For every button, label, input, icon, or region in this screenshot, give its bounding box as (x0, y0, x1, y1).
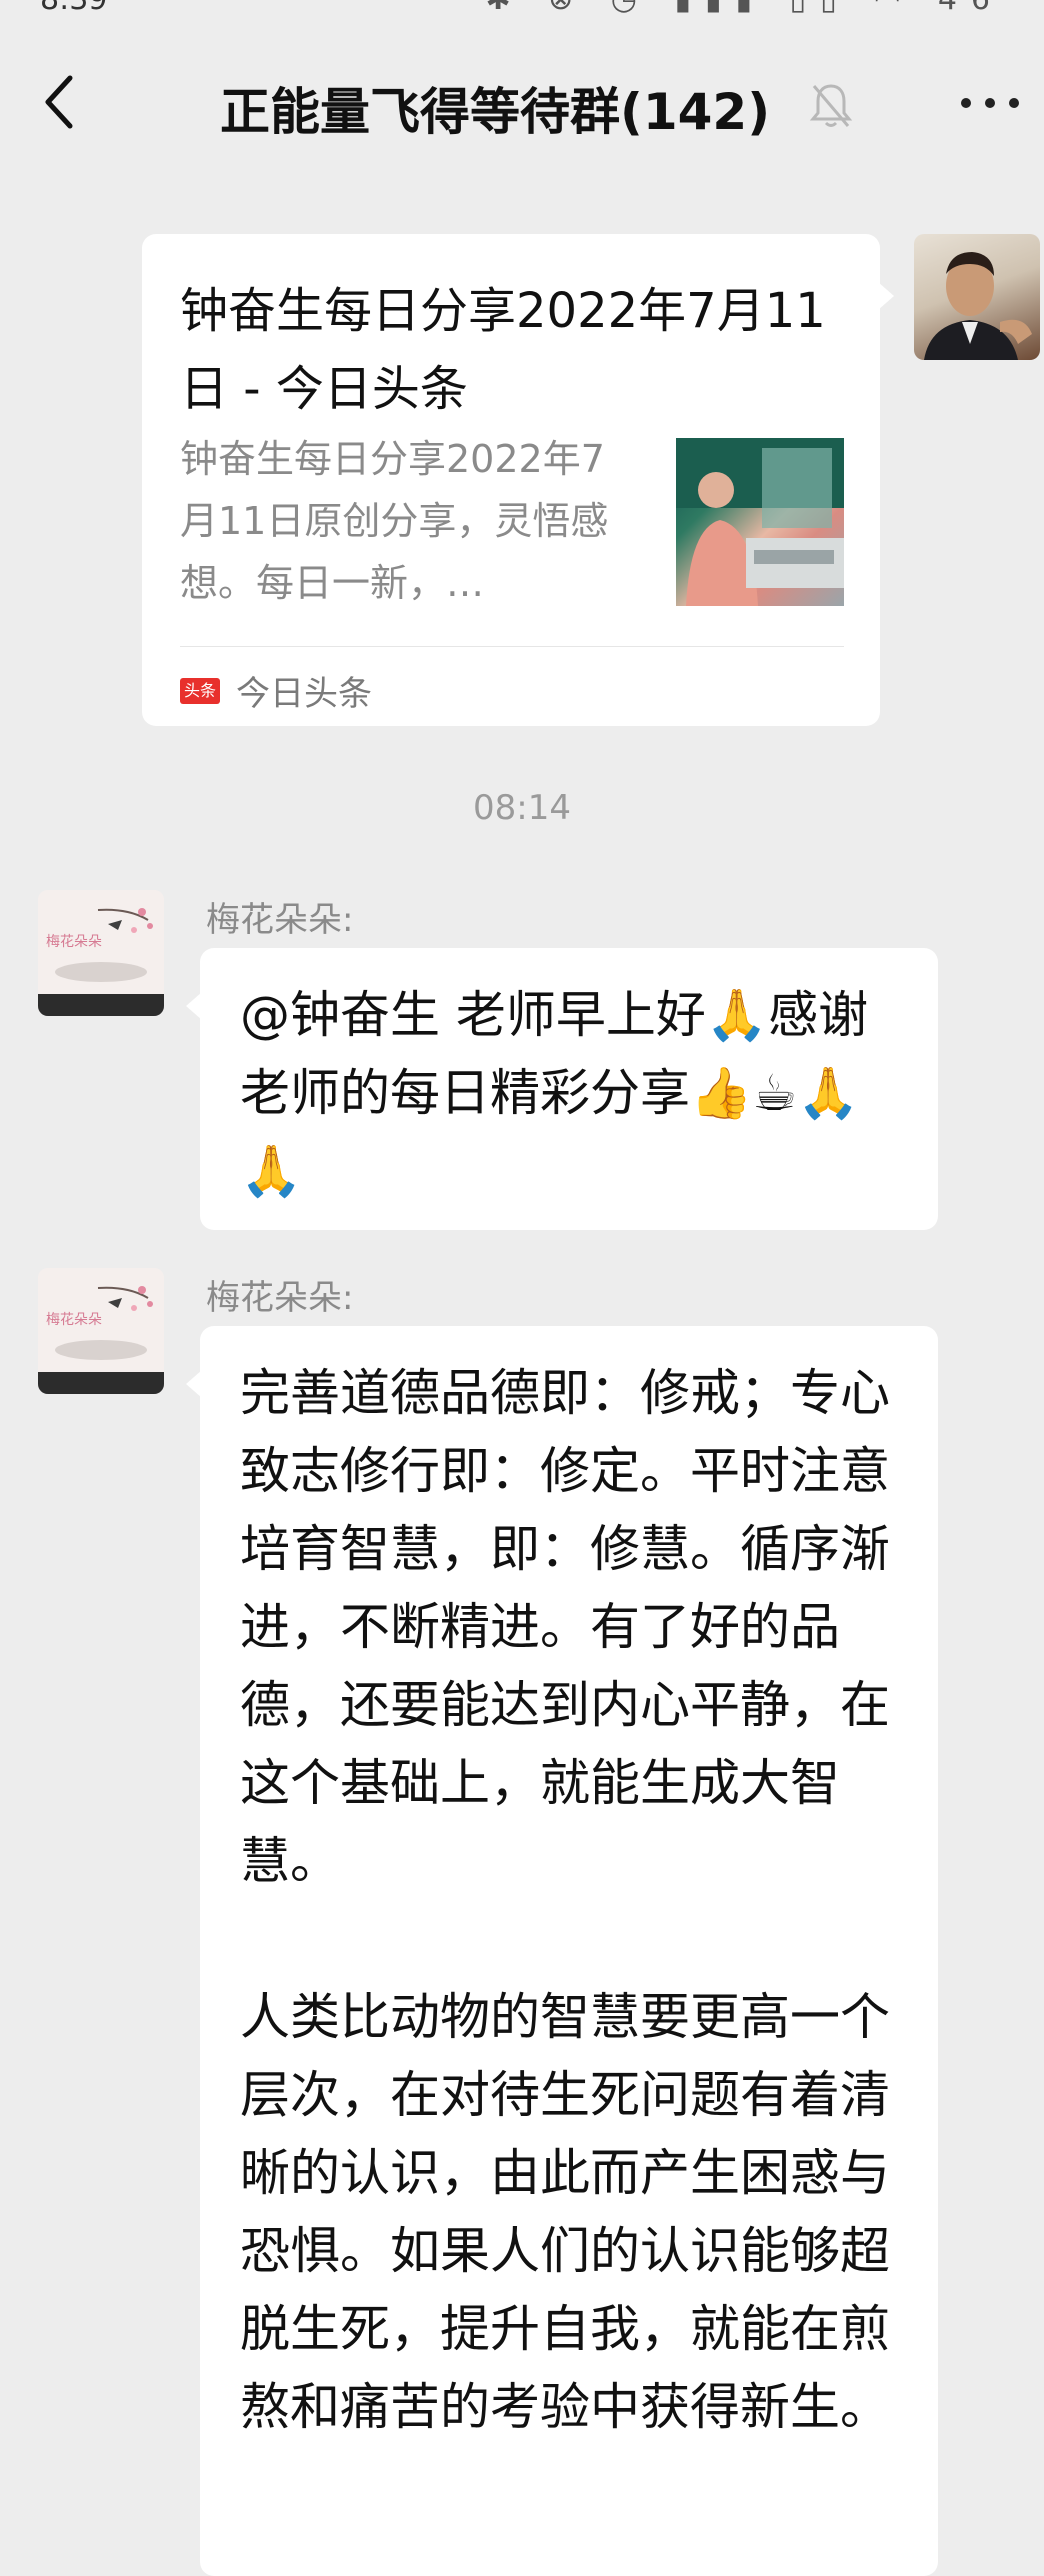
sender-avatar[interactable]: 梅花朵朵 (38, 1268, 164, 1394)
dot (1009, 98, 1019, 108)
person-portrait-icon (924, 252, 1032, 360)
svg-text:梅花朵朵: 梅花朵朵 (46, 934, 102, 950)
message-bubble[interactable]: 完善道德品德即：修戒；专心致志修行即：修定。平时注意培育智慧，即：修慧。循序渐进… (186, 1326, 938, 2576)
message-text: @钟奋生 老师早上好🙏感谢老师的每日精彩分享👍☕🙏🙏 (240, 986, 869, 1200)
message-paragraph: 人类比动物的智慧要更高一个层次，在对待生死问题有着清晰的认识，由此而产生困惑与恐… (240, 1988, 890, 2436)
sender-avatar[interactable]: 梅花朵朵 (38, 890, 164, 1016)
plum-blossom-avatar-icon: 梅花朵朵 (38, 1268, 164, 1394)
status-time: 8:39 (40, 0, 107, 17)
my-avatar[interactable] (914, 234, 1040, 360)
dot (985, 98, 995, 108)
back-button[interactable] (40, 72, 80, 132)
sender-name: 梅花朵朵: (206, 1278, 354, 1318)
dot (961, 98, 971, 108)
plum-blossom-avatar-icon: 梅花朵朵 (38, 890, 164, 1016)
status-bar: 8:39 ✱ ⊗ ◷ ▮▮▮ ▯▯ ◠ 46 (0, 0, 1044, 22)
svg-text:梅花朵朵: 梅花朵朵 (46, 1312, 102, 1328)
link-card-source: 头条 今日头条 (180, 666, 372, 715)
mute-bell-icon (808, 80, 854, 130)
chat-header: 正能量飞得等待群(142) (0, 22, 1044, 182)
shared-link-card[interactable]: 钟奋生每日分享2022年7月11日 - 今日头条 钟奋生每日分享2022年7月1… (142, 234, 894, 726)
message-paragraph: 完善道德品德即：修戒；专心致志修行即：修定。平时注意培育智慧，即：修慧。循序渐进… (240, 1364, 890, 1890)
chat-title: 正能量飞得等待群(142) (220, 83, 771, 141)
link-card-source-name: 今日头条 (236, 674, 372, 714)
sender-name: 梅花朵朵: (206, 900, 354, 940)
timestamp-divider: 08:14 (473, 788, 571, 828)
toutiao-logo-icon: 头条 (180, 677, 220, 704)
more-options-button[interactable] (955, 82, 1025, 122)
message-bubble[interactable]: @钟奋生 老师早上好🙏感谢老师的每日精彩分享👍☕🙏🙏 (186, 948, 938, 1230)
link-card-title: 钟奋生每日分享2022年7月11日 - 今日头条 (180, 283, 826, 417)
link-card-thumbnail (676, 438, 844, 606)
chevron-left-icon (45, 75, 73, 129)
status-icons: ✱ ⊗ ◷ ▮▮▮ ▯▯ ◠ 46 (485, 0, 1004, 17)
link-card-description: 钟奋生每日分享2022年7月11日原创分享，灵悟感想。每日一新，… (180, 437, 609, 605)
divider (180, 646, 844, 647)
